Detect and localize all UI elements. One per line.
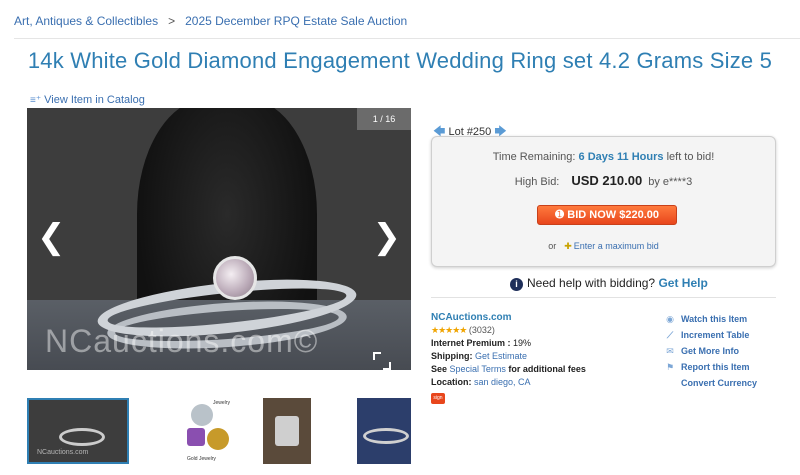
high-bid-label: High Bid: xyxy=(514,176,560,188)
help-text: Need help with bidding? xyxy=(527,276,656,290)
high-bid-amount: USD 210.00 xyxy=(571,173,643,188)
shipping-label: Shipping: xyxy=(431,351,473,361)
high-bidder: by e****3 xyxy=(648,176,693,188)
bid-panel: Time Remaining: 6 Days 11 Hours left to … xyxy=(431,136,776,267)
get-help-link[interactable]: Get Help xyxy=(658,276,707,290)
fullscreen-icon[interactable] xyxy=(373,352,391,370)
page-title: 14k White Gold Diamond Engagement Weddin… xyxy=(27,48,773,73)
increment-icon: ⟋ xyxy=(666,330,674,340)
thumbnail-3[interactable] xyxy=(263,398,311,464)
time-remaining: Time Remaining: 6 Days 11 Hours left to … xyxy=(432,151,775,163)
plus-icon: ✚ xyxy=(564,241,572,251)
breadcrumb-link-category[interactable]: Art, Antiques & Collectibles xyxy=(14,14,158,28)
bid-button-label: BID NOW $220.00 xyxy=(567,209,659,221)
time-remaining-value: 6 Days 11 Hours xyxy=(578,151,664,163)
thumbnail-qr-icon xyxy=(187,428,205,446)
max-bid-row: or ✚ Enter a maximum bid xyxy=(432,241,775,252)
prev-photo-icon[interactable]: ❮ xyxy=(37,220,66,254)
help-divider xyxy=(431,297,776,298)
location-value[interactable]: san diego, CA xyxy=(474,377,531,387)
thumbnail-1[interactable]: NCauctions.com xyxy=(27,398,129,464)
watch-item-label: Watch this Item xyxy=(681,314,748,324)
bid-now-button[interactable]: ➊ BID NOW $220.00 xyxy=(537,205,677,225)
report-item-link[interactable]: ⚑ Report this Item xyxy=(664,359,757,375)
seller-name-link[interactable]: NCAuctions.com xyxy=(431,312,512,323)
seller-info: NCAuctions.com ★★★★★ (3032) Internet Pre… xyxy=(431,311,586,404)
convert-currency-link[interactable]: Convert Currency xyxy=(681,375,757,391)
photo-watermark: NCauctions.com© xyxy=(45,323,319,359)
next-photo-icon[interactable]: ❯ xyxy=(373,220,402,254)
time-remaining-suffix: left to bid! xyxy=(666,151,715,163)
bidding-help: i Need help with bidding? Get Help xyxy=(510,276,708,291)
thumbnail-2[interactable]: Jewelry Gold Jewelry xyxy=(157,398,231,464)
info-icon: i xyxy=(510,278,523,291)
shipping-estimate-link[interactable]: Get Estimate xyxy=(475,351,527,361)
breadcrumb: Art, Antiques & Collectibles >2025 Decemb… xyxy=(14,14,407,28)
watch-item-link[interactable]: ◉ Watch this Item xyxy=(664,311,757,327)
get-more-info-link[interactable]: ✉ Get More Info xyxy=(664,343,757,359)
premium-label: Internet Premium : xyxy=(431,338,511,348)
or-text: or xyxy=(548,241,557,251)
special-terms-link[interactable]: Special Terms xyxy=(450,364,506,374)
time-remaining-label: Time Remaining: xyxy=(492,151,576,163)
thumbnail-4[interactable] xyxy=(357,398,411,464)
report-item-label: Report this Item xyxy=(681,362,750,372)
increment-table-label: Increment Table xyxy=(681,330,750,340)
bid-button-icon: ➊ xyxy=(555,209,568,221)
high-bid: High Bid: USD 210.00 by e****3 xyxy=(432,173,775,188)
breadcrumb-divider xyxy=(14,38,800,39)
thumbnail-strip: NCauctions.com Jewelry Gold Jewelry xyxy=(27,398,411,464)
view-in-catalog-link[interactable]: ≡⁺ View Item in Catalog xyxy=(30,94,145,106)
catalog-link-label: View Item in Catalog xyxy=(44,94,145,106)
seller-logo[interactable]: sign xyxy=(431,393,445,404)
increment-table-link[interactable]: ⟋ Increment Table xyxy=(664,327,757,343)
thumbnail-watermark: NCauctions.com xyxy=(37,449,89,456)
envelope-icon: ✉ xyxy=(666,346,674,356)
location-label: Location: xyxy=(431,377,472,387)
rating-count[interactable]: (3032) xyxy=(469,325,495,335)
catalog-list-icon: ≡⁺ xyxy=(30,95,42,106)
photo-counter: 1 / 16 xyxy=(357,108,411,130)
breadcrumb-separator: > xyxy=(168,14,176,28)
max-bid-link[interactable]: Enter a maximum bid xyxy=(574,241,659,251)
get-more-info-label: Get More Info xyxy=(681,346,739,356)
thumbnail-badge-icon xyxy=(207,428,229,450)
terms-suffix: for additional fees xyxy=(508,364,586,374)
breadcrumb-link-auction[interactable]: 2025 December RPQ Estate Sale Auction xyxy=(185,14,407,28)
premium-value: 19% xyxy=(513,338,532,348)
flag-icon: ⚑ xyxy=(665,362,675,372)
thumbnail-seal-icon xyxy=(191,404,213,426)
item-actions: ◉ Watch this Item ⟋ Increment Table ✉ Get M… xyxy=(664,311,757,391)
eye-icon: ◉ xyxy=(666,314,674,324)
photo-diamond xyxy=(213,256,257,300)
rating-stars: ★★★★★ xyxy=(431,325,467,335)
thumbnail-caption: Gold Jewelry xyxy=(187,456,216,462)
thumbnail-label: Jewelry xyxy=(213,400,230,406)
see-text: See xyxy=(431,364,448,374)
main-photo[interactable]: NCauctions.com© 1 / 16 ❮ ❯ xyxy=(27,108,411,370)
